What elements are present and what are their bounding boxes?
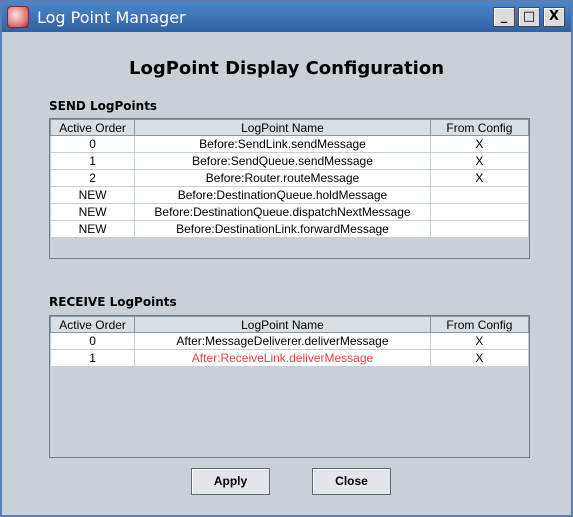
from-config-cell: X bbox=[429, 152, 530, 170]
from-config-cell: X bbox=[429, 169, 530, 187]
receive-logpoints-table[interactable]: Active Order LogPoint Name From Config 0… bbox=[49, 315, 530, 458]
from-config-cell: X bbox=[429, 349, 530, 367]
from-config-cell bbox=[429, 186, 530, 204]
send-logpoints-table[interactable]: Active Order LogPoint Name From Config 0… bbox=[49, 118, 530, 259]
logpoint-name-cell: After:ReceiveLink.deliverMessage bbox=[134, 349, 431, 367]
column-header-from-config[interactable]: From Config bbox=[429, 316, 530, 333]
minimize-button[interactable]: _ bbox=[493, 7, 515, 27]
active-order-cell: NEW bbox=[49, 203, 136, 221]
send-header-row: Active Order LogPoint Name From Config bbox=[49, 119, 530, 136]
log-point-manager-window: Log Point Manager _ □ X LogPoint Display… bbox=[0, 0, 573, 517]
active-order-cell: 0 bbox=[49, 332, 136, 350]
column-header-logpoint-name[interactable]: LogPoint Name bbox=[134, 316, 431, 333]
logpoint-name-cell: Before:DestinationQueue.dispatchNextMess… bbox=[134, 203, 431, 221]
column-header-active-order[interactable]: Active Order bbox=[49, 316, 136, 333]
column-header-active-order[interactable]: Active Order bbox=[49, 119, 136, 136]
table-row[interactable]: NEW Before:DestinationQueue.dispatchNext… bbox=[49, 203, 530, 221]
active-order-cell: 0 bbox=[49, 135, 136, 153]
maximize-button[interactable]: □ bbox=[518, 7, 540, 27]
window-title: Log Point Manager bbox=[37, 7, 186, 27]
active-order-cell: NEW bbox=[49, 186, 136, 204]
close-button[interactable]: Close bbox=[312, 468, 391, 495]
title-bar[interactable]: Log Point Manager _ □ X bbox=[2, 2, 571, 32]
from-config-cell bbox=[429, 203, 530, 221]
active-order-cell: 2 bbox=[49, 169, 136, 187]
column-header-from-config[interactable]: From Config bbox=[429, 119, 530, 136]
close-window-button[interactable]: X bbox=[543, 7, 565, 27]
app-icon bbox=[7, 6, 29, 28]
receive-section-label: RECEIVE LogPoints bbox=[49, 295, 177, 309]
logpoint-name-cell: Before:SendQueue.sendMessage bbox=[134, 152, 431, 170]
page-title: LogPoint Display Configuration bbox=[128, 58, 445, 79]
from-config-cell bbox=[429, 220, 530, 238]
logpoint-name-cell: Before:DestinationLink.forwardMessage bbox=[134, 220, 431, 238]
active-order-cell: 1 bbox=[49, 349, 136, 367]
table-row[interactable]: NEW Before:DestinationQueue.holdMessage bbox=[49, 186, 530, 204]
table-row[interactable]: 0 After:MessageDeliverer.deliverMessage … bbox=[49, 332, 530, 350]
column-header-logpoint-name[interactable]: LogPoint Name bbox=[134, 119, 431, 136]
window-controls: _ □ X bbox=[493, 7, 565, 27]
send-section-label: SEND LogPoints bbox=[49, 99, 158, 113]
logpoint-name-cell: After:MessageDeliverer.deliverMessage bbox=[134, 332, 431, 350]
table-row[interactable]: 1 Before:SendQueue.sendMessage X bbox=[49, 152, 530, 170]
logpoint-name-cell: Before:DestinationQueue.holdMessage bbox=[134, 186, 431, 204]
logpoint-name-cell: Before:Router.routeMessage bbox=[134, 169, 431, 187]
active-order-cell: NEW bbox=[49, 220, 136, 238]
table-row[interactable]: 0 Before:SendLink.sendMessage X bbox=[49, 135, 530, 153]
from-config-cell: X bbox=[429, 332, 530, 350]
from-config-cell: X bbox=[429, 135, 530, 153]
receive-header-row: Active Order LogPoint Name From Config bbox=[49, 316, 530, 333]
table-row[interactable]: 1 After:ReceiveLink.deliverMessage X bbox=[49, 349, 530, 367]
table-row[interactable]: NEW Before:DestinationLink.forwardMessag… bbox=[49, 220, 530, 238]
active-order-cell: 1 bbox=[49, 152, 136, 170]
table-row[interactable]: 2 Before:Router.routeMessage X bbox=[49, 169, 530, 187]
apply-button[interactable]: Apply bbox=[191, 468, 270, 495]
logpoint-name-cell: Before:SendLink.sendMessage bbox=[134, 135, 431, 153]
